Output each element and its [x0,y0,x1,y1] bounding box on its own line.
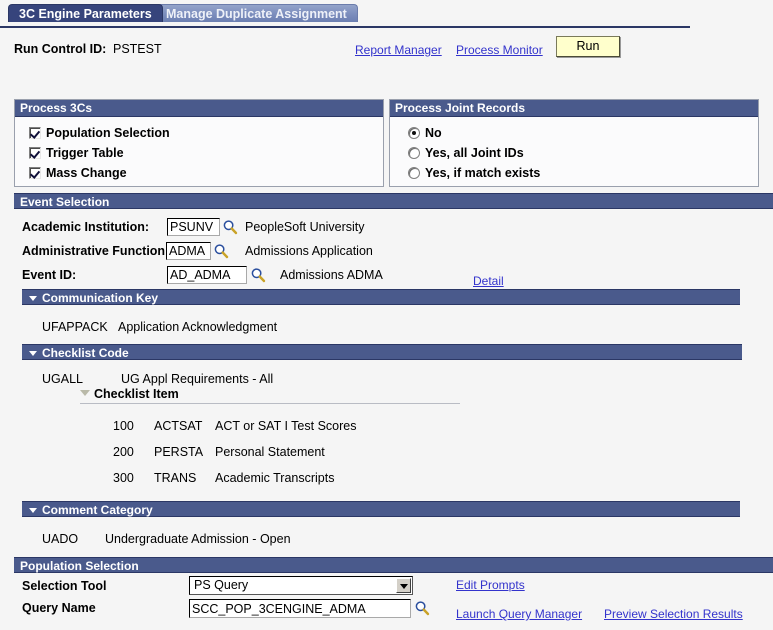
checklist-code-title: Checklist Code [42,346,129,360]
communication-key-code: UFAPPACK [42,320,108,334]
event-id-description: Admissions ADMA [280,268,383,282]
run-control-row: Run Control ID: PSTEST Report Manager Pr… [0,34,773,68]
joint-records-yes-match-radio[interactable] [408,167,420,179]
joint-records-no-radio[interactable] [408,127,420,139]
joint-records-no-label: No [425,126,442,140]
chevron-down-icon[interactable] [396,578,411,593]
radio-row-no[interactable]: No [408,124,758,142]
comment-category-title: Comment Category [42,503,153,517]
tab-manage-duplicate-assignment[interactable]: Manage Duplicate Assignment [155,4,358,22]
communication-key-header[interactable]: Communication Key [22,289,740,305]
event-id-lookup-icon[interactable] [250,267,266,283]
administrative-function-input[interactable] [166,242,211,260]
tab-3c-engine-parameters[interactable]: 3C Engine Parameters [8,4,163,22]
trigger-table-label: Trigger Table [46,146,124,160]
query-name-label: Query Name [22,601,96,615]
checklist-item-code: TRANS [154,471,197,485]
process-3cs-options: Population Selection Trigger Table Mass … [15,117,383,190]
process-3cs-group: Process 3Cs Population Selection Trigger… [14,99,384,187]
checklist-code-description: UG Appl Requirements - All [121,372,274,386]
chevron-down-icon[interactable] [29,351,37,356]
chevron-down-icon[interactable] [29,508,37,513]
edit-prompts-link[interactable]: Edit Prompts [456,578,525,592]
comment-category-description: Undergraduate Admission - Open [105,532,291,546]
run-control-id-label: Run Control ID: [14,42,107,56]
checklist-item-seq: 200 [113,445,134,459]
checklist-item-divider [80,403,460,404]
report-manager-link[interactable]: Report Manager [355,43,442,57]
process-joint-records-title: Process Joint Records [390,100,758,117]
query-name-lookup-icon[interactable] [414,600,430,616]
comment-category-header[interactable]: Comment Category [22,501,740,517]
checkbox-row-population-selection[interactable]: Population Selection [29,124,383,142]
selection-tool-select[interactable]: PS Query [189,576,413,595]
joint-records-yes-all-radio[interactable] [408,147,420,159]
run-button[interactable]: Run [556,36,620,57]
checklist-item-description: ACT or SAT I Test Scores [215,419,357,433]
checkbox-row-trigger-table[interactable]: Trigger Table [29,144,383,162]
radio-row-yes-if-match-exists[interactable]: Yes, if match exists [408,164,758,182]
trigger-table-checkbox[interactable] [29,147,41,159]
tab-underline-rule [0,26,690,28]
selection-tool-value: PS Query [194,578,249,592]
radio-row-yes-all-joint-ids[interactable]: Yes, all Joint IDs [408,144,758,162]
checklist-item-code: PERSTA [154,445,204,459]
process-joint-records-group: Process Joint Records No Yes, all Joint … [389,99,759,187]
checklist-code-value: UGALL [42,372,83,386]
event-id-label: Event ID: [22,268,77,282]
administrative-function-description: Admissions Application [245,244,373,258]
academic-institution-lookup-icon[interactable] [222,219,238,235]
academic-institution-description: PeopleSoft University [245,220,365,234]
mass-change-checkbox[interactable] [29,167,41,179]
communication-key-title: Communication Key [42,291,159,305]
tab-label: 3C Engine Parameters [19,7,152,21]
launch-query-manager-link[interactable]: Launch Query Manager [456,607,582,621]
administrative-function-label: Administrative Function: [22,244,170,258]
event-selection-title: Event Selection [20,195,110,209]
population-selection-header: Population Selection [14,557,773,573]
academic-institution-input[interactable] [167,218,220,236]
administrative-function-lookup-icon[interactable] [213,243,229,259]
run-control-id-value: PSTEST [113,42,162,56]
mass-change-label: Mass Change [46,166,127,180]
checklist-item-description: Personal Statement [215,445,325,459]
chevron-down-outline-icon[interactable] [80,390,90,396]
process-3cs-title: Process 3Cs [15,100,383,117]
detail-link[interactable]: Detail [473,274,504,288]
process-joint-records-options: No Yes, all Joint IDs Yes, if match exis… [390,117,758,190]
selection-tool-label: Selection Tool [22,579,107,593]
query-name-input[interactable] [189,599,411,618]
checklist-item-seq: 300 [113,471,134,485]
tab-label: Manage Duplicate Assignment [166,7,347,21]
joint-records-yes-match-label: Yes, if match exists [425,166,541,180]
event-id-input[interactable] [167,266,247,284]
population-selection-label: Population Selection [46,126,170,140]
comment-category-code: UADO [42,532,79,546]
checkbox-row-mass-change[interactable]: Mass Change [29,164,383,182]
event-selection-header: Event Selection [14,193,773,209]
checklist-item-title: Checklist Item [94,387,179,401]
tab-strip: 3C Engine Parameters Manage Duplicate As… [0,4,773,28]
joint-records-yes-all-label: Yes, all Joint IDs [425,146,524,160]
preview-selection-results-link[interactable]: Preview Selection Results [604,607,743,621]
population-selection-checkbox[interactable] [29,127,41,139]
chevron-down-icon[interactable] [29,296,37,301]
checklist-item-description: Academic Transcripts [215,471,335,485]
checklist-item-seq: 100 [113,419,134,433]
communication-key-description: Application Acknowledgment [118,320,278,334]
population-selection-title: Population Selection [20,559,139,573]
checklist-item-code: ACTSAT [154,419,203,433]
process-monitor-link[interactable]: Process Monitor [456,43,543,57]
academic-institution-label: Academic Institution: [22,220,150,234]
checklist-code-header[interactable]: Checklist Code [22,344,742,360]
